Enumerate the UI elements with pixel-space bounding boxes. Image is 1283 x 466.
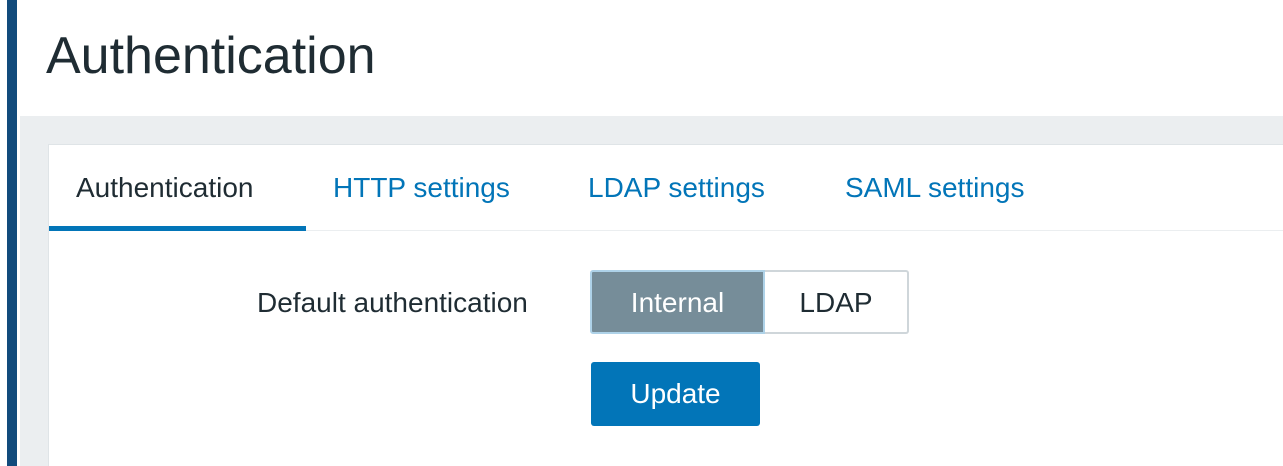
tab-http-settings[interactable]: HTTP settings — [333, 145, 510, 231]
settings-panel: Authentication HTTP settings LDAP settin… — [48, 144, 1283, 466]
update-button[interactable]: Update — [591, 362, 760, 426]
tab-bar: Authentication HTTP settings LDAP settin… — [49, 145, 1283, 231]
sidebar-edge — [0, 0, 20, 466]
tab-ldap-settings[interactable]: LDAP settings — [588, 145, 765, 231]
sidebar-accent-bar — [7, 0, 17, 466]
option-ldap[interactable]: LDAP — [765, 270, 909, 334]
tab-saml-settings[interactable]: SAML settings — [845, 145, 1024, 231]
app-window: Authentication Authentication HTTP setti… — [0, 0, 1283, 466]
default-authentication-label: Default authentication — [257, 287, 528, 318]
tab-authentication[interactable]: Authentication — [49, 145, 306, 231]
page-title: Authentication — [46, 27, 376, 85]
page-header: Authentication — [20, 0, 1283, 116]
option-internal[interactable]: Internal — [590, 270, 765, 334]
default-authentication-selector: Internal LDAP — [590, 270, 909, 334]
